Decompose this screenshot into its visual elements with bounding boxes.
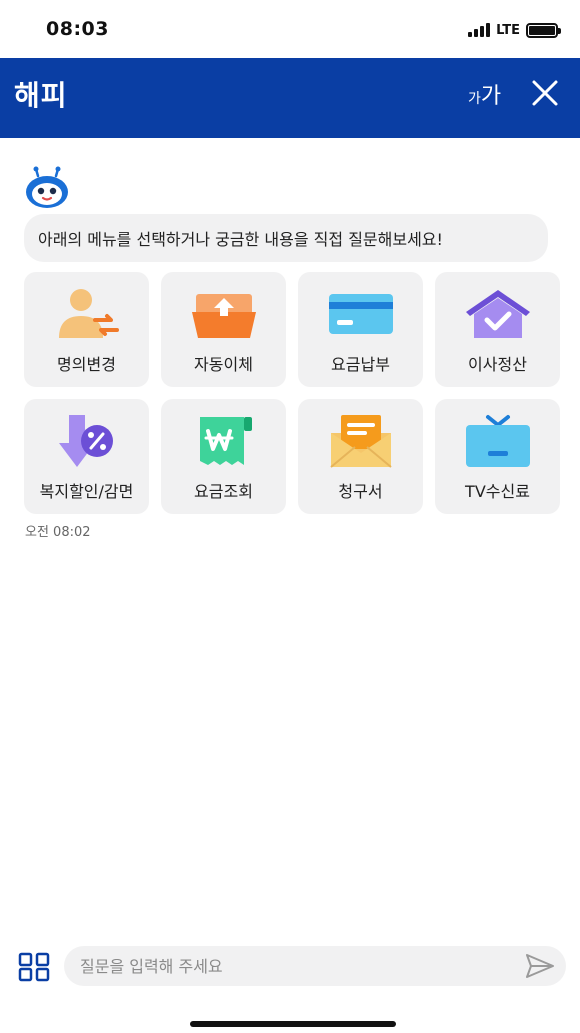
envelope-letter-icon — [329, 415, 392, 468]
menu-item-name-change[interactable]: 명의변경 — [24, 272, 149, 387]
menu-label-invoice: 청구서 — [338, 482, 383, 501]
menu-label-bill-inquiry: 요금조회 — [194, 482, 253, 501]
font-size-large-label: 가 — [480, 84, 502, 109]
credit-card-icon — [328, 294, 393, 334]
status-bar: 08:03 LTE — [0, 0, 580, 58]
close-button[interactable] — [528, 76, 562, 110]
menu-item-payment[interactable]: 요금납부 — [298, 272, 423, 387]
menu-item-welfare-discount[interactable]: 복지할인/감면 — [24, 399, 149, 514]
font-size-small-label: 가 — [468, 91, 481, 107]
menu-label-payment: 요금납부 — [331, 355, 390, 374]
network-type: LTE — [496, 22, 520, 38]
house-check-icon — [465, 290, 530, 338]
bill-won-icon — [199, 417, 252, 465]
menu-item-tv-fee[interactable]: TV수신료 — [435, 399, 560, 514]
grid-menu-icon — [18, 952, 50, 982]
menu-label-moving-settlement: 이사정산 — [468, 355, 527, 374]
menu-item-moving-settlement[interactable]: 이사정산 — [435, 272, 560, 387]
menu-item-auto-transfer[interactable]: 자동이체 — [161, 272, 286, 387]
menu-label-welfare-discount: 복지할인/감면 — [39, 482, 134, 501]
font-size-button[interactable]: 가 가 — [468, 78, 501, 110]
menu-item-invoice[interactable]: 청구서 — [298, 399, 423, 514]
status-indicators: LTE — [468, 21, 561, 39]
auto-transfer-icon — [191, 294, 256, 338]
close-icon — [532, 80, 558, 106]
battery-icon — [526, 22, 561, 38]
menu-label-tv-fee: TV수신료 — [465, 482, 530, 501]
send-button[interactable] — [524, 952, 556, 980]
send-icon — [526, 954, 554, 978]
home-indicator[interactable] — [190, 1021, 396, 1027]
menu-label-name-change: 명의변경 — [57, 355, 116, 374]
quick-menu-grid: 명의변경 자동이체 요금납부 이사정산 복지할인/감면 요금조회 청구서 TV수… — [24, 272, 560, 514]
bot-message-bubble: 아래의 메뉴를 선택하거나 궁금한 내용을 직접 질문해보세요! — [24, 214, 548, 262]
menu-label-auto-transfer: 자동이체 — [194, 355, 253, 374]
app-header: 해피 가 가 — [0, 58, 580, 138]
discount-icon — [58, 415, 113, 467]
chat-input[interactable] — [64, 946, 566, 986]
bot-robot-icon — [26, 166, 68, 208]
message-timestamp: 오전 08:02 — [25, 525, 91, 540]
status-time: 08:03 — [46, 18, 109, 40]
chat-input-bar — [0, 938, 580, 996]
app-logo: 해피 — [14, 79, 68, 112]
signal-icon — [468, 23, 491, 37]
name-change-icon — [58, 289, 119, 338]
grid-menu-button[interactable] — [18, 952, 50, 982]
menu-item-bill-inquiry[interactable]: 요금조회 — [161, 399, 286, 514]
bot-message-text: 아래의 메뉴를 선택하거나 궁금한 내용을 직접 질문해보세요! — [38, 230, 443, 249]
tv-icon — [465, 415, 530, 467]
